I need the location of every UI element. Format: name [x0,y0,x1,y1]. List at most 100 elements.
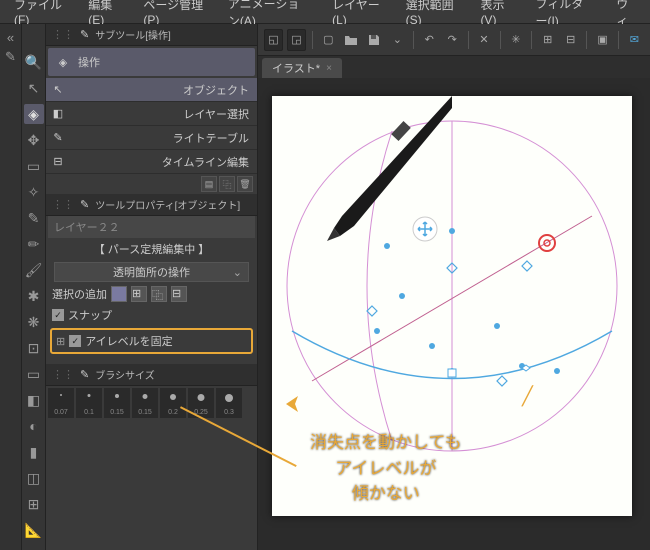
top-toolbar: ◱ ◲ ▢ ⌄ ↶ ↷ ✕ ✳ ⊞ ⊟ ▣ ✉ [258,24,650,56]
toolbox: 🔍 ↖ ◈ ✥ ▭ ✧ ✎ ✏ 🖌 ✱ ❋ ⊡ ▭ ◧ ◐ ▮ ◫ ⊞ 📐 [22,24,46,550]
tool-strip-left: « ✎ [0,24,22,550]
subtool-header: ⋮⋮ ✎ サブツール[操作] [46,24,257,46]
timeline-small-icon: ⊟ [50,154,66,170]
brush-icon[interactable]: 🖌 [24,260,44,280]
grid-icon-1[interactable]: ⊞ [538,29,557,51]
wand-icon[interactable]: ✧ [24,182,44,202]
annotation-line-2: アイレベルが [310,456,462,482]
brush-preset[interactable]: 0.15 [104,388,130,418]
subtool-btn-2[interactable]: ⿻ [219,176,235,192]
eraser-icon[interactable]: ◧ [24,390,44,410]
subtool-label: レイヤー選択 [183,106,249,122]
brush-preset[interactable]: 0.15 [132,388,158,418]
property-panel: ⋮⋮ ✎ サブツール[操作] ◈ 操作 ↖ オブジェクト ◧ レイヤー選択 ✎ … [46,24,258,550]
snap-checkbox[interactable]: ✓ [52,309,64,321]
pen-tab-icon[interactable]: ✎ [80,198,89,211]
pen-icon[interactable]: ✏ [24,234,44,254]
document-tab[interactable]: イラスト* × [262,58,342,78]
separator [500,31,501,49]
grid3d-icon[interactable]: ⊞ [24,494,44,514]
rect-icon[interactable]: ▭ [24,364,44,384]
tool-icon-a[interactable]: ◱ [264,29,283,51]
pen-tab-icon[interactable]: ✎ [80,28,89,41]
pencil-icon[interactable]: ✎ [2,48,20,66]
chevron-down-icon[interactable]: ⌄ [388,29,407,51]
brush-header: ⋮⋮ ✎ ブラシサイズ [46,364,257,386]
delete-icon[interactable]: ✕ [475,29,494,51]
gradient-icon[interactable]: ◫ [24,468,44,488]
annotation-line-3: 傾かない [310,481,462,507]
save-icon[interactable] [365,29,384,51]
trash-icon[interactable]: 🗑 [237,176,253,192]
grip-icon[interactable]: ⋮⋮ [52,198,74,211]
separator [413,31,414,49]
fix-eyelevel-row[interactable]: ⊞ ✓ アイレベルを固定 [56,332,247,350]
toolprop-header: ⋮⋮ ✎ ツールプロパティ[オブジェクト] [46,194,257,216]
close-tab-icon[interactable]: × [326,63,332,74]
grip-icon[interactable]: ⋮⋮ [52,28,74,41]
subtool-button-row: ▤ ⿻ 🗑 [46,174,257,194]
blend-icon[interactable]: ◐ [24,416,44,436]
arrowhead-icon [286,396,302,412]
decorate-icon[interactable]: ❋ [24,312,44,332]
tab-label: イラスト* [272,60,320,76]
redo-icon[interactable]: ↷ [443,29,462,51]
main-tool-row[interactable]: ◈ 操作 [48,48,255,76]
separator [531,31,532,49]
magnify-icon[interactable]: 🔍 [24,52,44,72]
brush-section: ⋮⋮ ✎ ブラシサイズ 0.07 0.1 0.15 0.15 0.2 0.25 … [46,364,257,420]
spinner-icon[interactable]: ✳ [506,29,525,51]
annotation-line-1: 消失点を動かしても [310,430,462,456]
brush-preset[interactable]: 0.07 [48,388,74,418]
subtool-timeline[interactable]: ⊟ タイムライン編集 [46,150,257,174]
cursor-small-icon: ↖ [50,82,66,98]
expand-icon[interactable]: ⊞ [56,335,65,348]
document-tab-bar: イラスト* × [258,56,650,78]
brush-preset[interactable]: 0.3 [216,388,242,418]
object-icon[interactable]: ◈ [24,104,44,124]
brush-grid: 0.07 0.1 0.15 0.15 0.2 0.25 0.3 [46,386,257,420]
open-icon[interactable] [342,29,361,51]
line-icon[interactable]: ⊡ [24,338,44,358]
snap-row[interactable]: ✓ スナップ [46,304,257,326]
brush-preset[interactable]: 0.2 [160,388,186,418]
undo-icon[interactable]: ↶ [420,29,439,51]
subtool-lighttable[interactable]: ✎ ライトテーブル [46,126,257,150]
main-tool-label: 操作 [78,54,100,70]
addsel-mode-3[interactable]: ⿻ [151,286,167,302]
toolprop-title: ツールプロパティ[オブジェクト] [95,197,240,212]
fix-eyelevel-highlight: ⊞ ✓ アイレベルを固定 [50,328,253,354]
marquee-icon[interactable]: ▭ [24,156,44,176]
collapse-icon[interactable]: « [2,28,20,46]
mail-icon[interactable]: ✉ [625,29,644,51]
fx-icon[interactable]: ▣ [593,29,612,51]
subtool-list: ↖ オブジェクト ◧ レイヤー選択 ✎ ライトテーブル ⊟ タイムライン編集 [46,78,257,174]
cursor-icon[interactable]: ↖ [24,78,44,98]
addsel-mode-2[interactable]: ⊞ [131,286,147,302]
ruler-icon[interactable]: 📐 [24,520,44,540]
dropdown-value: 透明箇所の操作 [113,264,190,280]
pen-tab-icon[interactable]: ✎ [80,368,89,381]
new-icon[interactable]: ▢ [319,29,338,51]
tool-icon-b[interactable]: ◲ [287,29,306,51]
subtool-layer-select[interactable]: ◧ レイヤー選択 [46,102,257,126]
annotation-text: 消失点を動かしても アイレベルが 傾かない [310,430,462,507]
fill-icon[interactable]: ▮ [24,442,44,462]
grid-icon-2[interactable]: ⊟ [561,29,580,51]
operation-dropdown[interactable]: 透明箇所の操作 [54,262,249,282]
fix-eyelevel-label: アイレベルを固定 [85,333,172,349]
brush-title: ブラシサイズ [95,367,155,382]
annotation-marker: ╱ [522,386,533,407]
light-small-icon: ✎ [50,130,66,146]
addsel-mode-4[interactable]: ⊟ [171,286,187,302]
move-icon[interactable]: ✥ [24,130,44,150]
airbrush-icon[interactable]: ✱ [24,286,44,306]
addsel-mode-1[interactable] [111,286,127,302]
subtool-object[interactable]: ↖ オブジェクト [46,78,257,102]
subtool-btn-1[interactable]: ▤ [201,176,217,192]
fix-eyelevel-checkbox[interactable]: ✓ [69,335,81,347]
subtool-label: タイムライン編集 [162,154,249,170]
brush-preset[interactable]: 0.1 [76,388,102,418]
grip-icon[interactable]: ⋮⋮ [52,368,74,381]
eyedrop-icon[interactable]: ✎ [24,208,44,228]
